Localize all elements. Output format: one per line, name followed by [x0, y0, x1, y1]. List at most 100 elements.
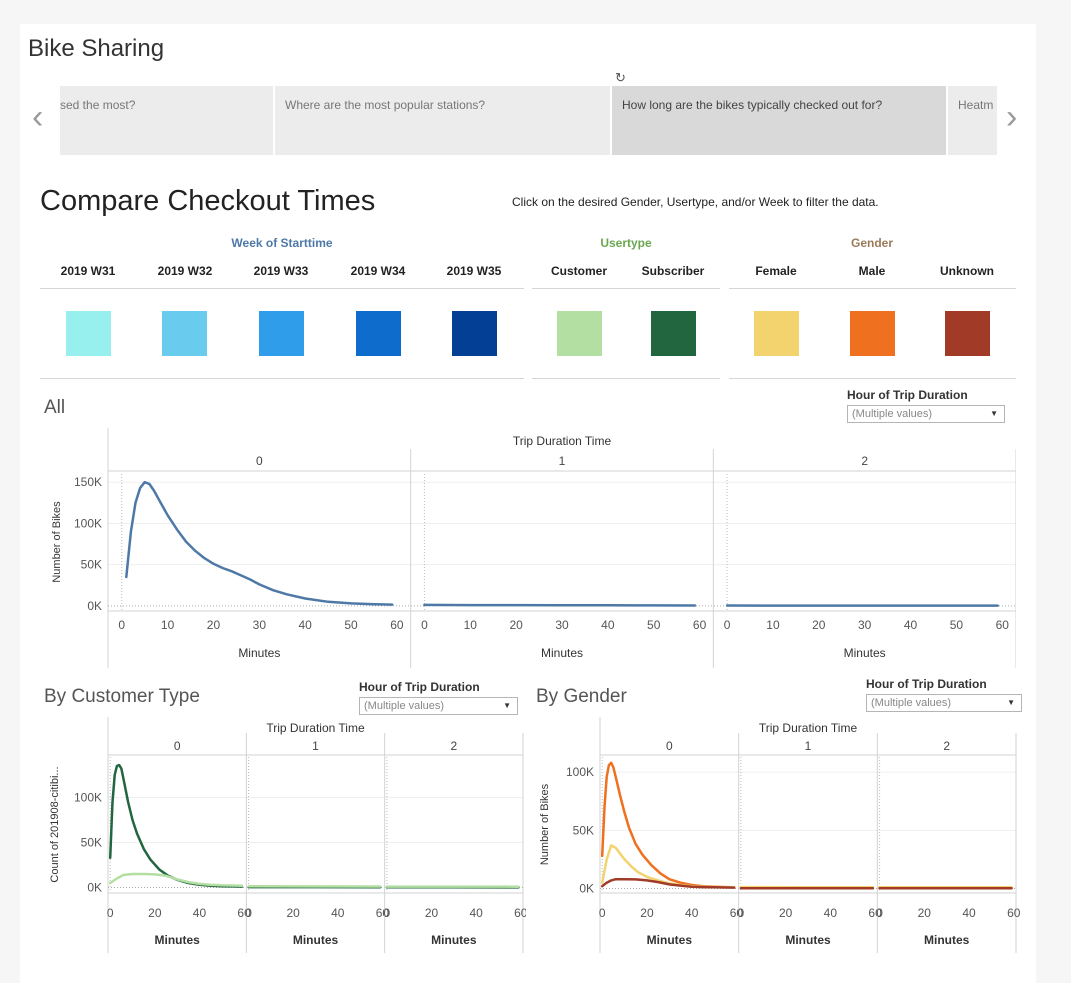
- swatch-week-31[interactable]: [66, 311, 111, 356]
- hour-filter-dropdown-gender[interactable]: (Multiple values) ▼: [866, 694, 1022, 712]
- x-tick-label: 50: [344, 618, 358, 632]
- x-tick-label: 60: [514, 906, 526, 920]
- next-story-arrow-icon[interactable]: ›: [1006, 98, 1017, 137]
- facet-title: Trip Duration Time: [759, 721, 858, 735]
- x-tick-label: 20: [287, 906, 301, 920]
- y-tick-label: 150K: [74, 475, 102, 489]
- legend-label-subscriber: Subscriber: [641, 264, 705, 278]
- story-title: Bike Sharing: [28, 35, 165, 62]
- x-tick-label: 20: [148, 906, 162, 920]
- swatch-week-33[interactable]: [259, 311, 304, 356]
- legend-label-week-33: 2019 W33: [253, 264, 309, 278]
- swatch-subscriber[interactable]: [651, 311, 696, 356]
- dropdown-value: (Multiple values): [852, 408, 933, 420]
- story-tab-label: Where are the most popular stations?: [285, 98, 486, 112]
- legend-label-week-32: 2019 W32: [157, 264, 213, 278]
- series-line-0-facet-1: [423, 603, 697, 607]
- y-axis-label: Number of Bikes: [539, 783, 551, 865]
- x-axis-label: Minutes: [154, 933, 200, 947]
- swatch-unknown[interactable]: [945, 311, 990, 356]
- swatch-customer[interactable]: [557, 311, 602, 356]
- series-line-1-facet-0: [600, 844, 736, 889]
- y-axis-label: Number of Bikes: [51, 501, 63, 583]
- x-tick-label: 0: [876, 906, 883, 920]
- legend-divider: [532, 288, 720, 289]
- chart-by-gender: Trip Duration Time00 20 40 60Minutes10 20 40 6…: [539, 717, 1020, 953]
- x-tick-label: 0: [384, 906, 391, 920]
- series-line-2-facet-0: [600, 877, 736, 889]
- y-tick-label: 100K: [74, 516, 102, 530]
- swatch-week-34[interactable]: [356, 311, 401, 356]
- x-axis-label: Minutes: [785, 933, 831, 947]
- caret-down-icon: ▼: [1007, 698, 1015, 707]
- hour-filter-dropdown-all[interactable]: (Multiple values) ▼: [847, 405, 1005, 423]
- story-tab-3-active[interactable]: How long are the bikes typically checked…: [612, 86, 946, 155]
- x-tick-label: 60: [390, 618, 404, 632]
- legend-label-male: Male: [858, 264, 886, 278]
- hour-filter-dropdown-customer[interactable]: (Multiple values) ▼: [359, 697, 518, 715]
- legend-label-unknown: Unknown: [940, 264, 994, 278]
- legend-divider: [532, 378, 720, 379]
- legend-label-customer: Customer: [550, 264, 607, 278]
- series-line-0-facet-0: [600, 761, 736, 889]
- x-tick-label: 60: [693, 618, 707, 632]
- x-tick-label: 20: [207, 618, 221, 632]
- facet-label: 0: [256, 454, 263, 468]
- x-tick-label: 40: [331, 906, 345, 920]
- y-tick-label: 0K: [87, 881, 102, 895]
- filter-label-gender: Hour of Trip Duration: [866, 677, 987, 691]
- x-tick-label: 40: [962, 906, 976, 920]
- dropdown-value: (Multiple values): [364, 700, 445, 712]
- x-tick-label: 40: [193, 906, 207, 920]
- legend-divider: [40, 288, 524, 289]
- chart-all-trips: Trip Duration Time 0 0 10 20 30 40 50 60 Minutes 1…: [51, 428, 1016, 668]
- facet-label: 0: [174, 739, 181, 753]
- x-tick-label: 20: [640, 906, 654, 920]
- x-tick-label: 30: [253, 618, 267, 632]
- story-tab-1[interactable]: sed the most?: [60, 86, 273, 155]
- x-tick-label: 60: [1007, 906, 1020, 920]
- story-tab-label: How long are the bikes typically checked…: [622, 98, 883, 112]
- dropdown-value: (Multiple values): [871, 697, 952, 709]
- x-axis-label: Minutes: [924, 933, 970, 947]
- facet-label: 2: [450, 739, 457, 753]
- x-tick-label: 0: [118, 618, 125, 632]
- x-tick-label: 40: [601, 618, 615, 632]
- x-axis-label: Minutes: [541, 646, 583, 660]
- swatch-week-35[interactable]: [452, 311, 497, 356]
- facet-label: 2: [943, 739, 950, 753]
- x-tick-label: 60: [996, 618, 1010, 632]
- facet-title: Trip Duration Time: [266, 721, 365, 735]
- previous-story-arrow-icon[interactable]: ‹: [32, 98, 43, 137]
- legend-title-gender: Gender: [850, 236, 893, 250]
- x-tick-label: 0: [738, 906, 745, 920]
- x-tick-label: 10: [161, 618, 175, 632]
- x-tick-label: 20: [812, 618, 826, 632]
- story-tab-4[interactable]: Heatm: [948, 86, 997, 155]
- swatch-female[interactable]: [754, 311, 799, 356]
- section-title-gender: By Gender: [536, 686, 627, 707]
- x-axis-label: Minutes: [844, 646, 886, 660]
- x-tick-label: 40: [469, 906, 483, 920]
- story-tab-2[interactable]: Where are the most popular stations?: [275, 86, 610, 155]
- swatch-male[interactable]: [850, 311, 895, 356]
- section-title-customer: By Customer Type: [44, 686, 200, 707]
- x-tick-label: 40: [685, 906, 699, 920]
- x-tick-label: 0: [245, 906, 252, 920]
- x-tick-label: 30: [858, 618, 872, 632]
- filter-label-customer: Hour of Trip Duration: [359, 680, 480, 694]
- facet-title: Trip Duration Time: [513, 434, 612, 448]
- story-tab-label: Heatm: [958, 98, 994, 112]
- filter-label-all: Hour of Trip Duration: [847, 388, 968, 402]
- facet-label: 2: [861, 454, 868, 468]
- y-tick-label: 100K: [566, 765, 594, 779]
- filter-instructions: Click on the desired Gender, Usertype, a…: [512, 195, 879, 209]
- series-line-1-facet-0: [108, 872, 244, 887]
- y-axis-label: Count of 201908-citibi...: [49, 766, 61, 882]
- refresh-icon[interactable]: ↻: [615, 70, 626, 86]
- x-tick-label: 10: [464, 618, 478, 632]
- swatch-week-32[interactable]: [162, 311, 207, 356]
- caret-down-icon: ▼: [990, 409, 998, 418]
- x-tick-label: 20: [425, 906, 439, 920]
- x-tick-label: 40: [904, 618, 918, 632]
